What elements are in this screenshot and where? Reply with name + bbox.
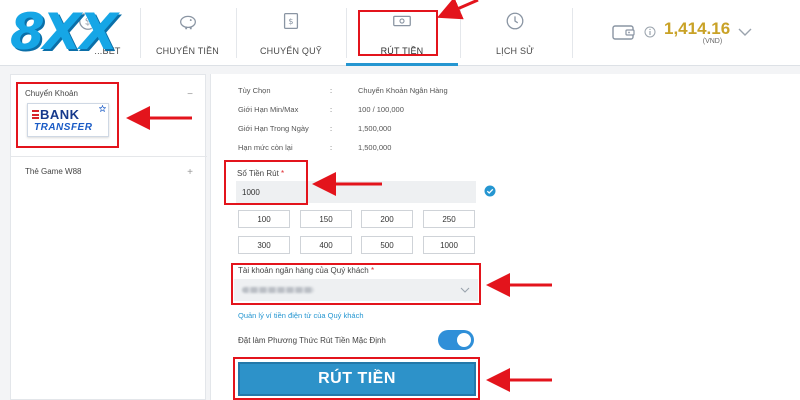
balance-currency: (VND) [702, 37, 723, 45]
active-tab-indicator [346, 63, 458, 66]
chevron-down-icon[interactable] [738, 27, 752, 37]
balance-amount-group: 1,414.16 (VND) [664, 18, 731, 45]
tab-chuyen-quy[interactable]: $ CHUYỂN QUỸ [240, 0, 342, 66]
collapse-icon[interactable]: − [187, 89, 193, 100]
masked-account-number [242, 287, 314, 293]
check-circle-icon [484, 185, 496, 197]
top-nav: $ ...BET CHUYỂN TIỀN $ CHUYỂN QUỸ RÚT TI… [0, 0, 800, 66]
quick-amount-300[interactable]: 300 [238, 236, 290, 254]
chevron-down-icon [460, 287, 470, 293]
method-label: Thẻ Game W88 [25, 167, 82, 176]
amount-input[interactable] [236, 181, 476, 203]
tab-separator [236, 8, 237, 58]
bank-transfer-card[interactable]: BANK TRANSFER [27, 103, 109, 137]
quick-amount-500[interactable]: 500 [361, 236, 413, 254]
method-label: Chuyển Khoản [25, 89, 78, 98]
payment-method-panel: Chuyển Khoản − BANK TRANSFER Thẻ Game W8… [10, 74, 207, 400]
balance-widget[interactable]: 1,414.16 (VND) [606, 12, 796, 52]
quick-amount-1000[interactable]: 1000 [423, 236, 475, 254]
wallet-icon [612, 25, 635, 40]
divider [11, 156, 207, 157]
brand-logo[interactable]: 8XX [4, 3, 172, 61]
withdraw-icon [393, 15, 411, 27]
default-method-toggle[interactable] [438, 330, 474, 350]
bank-account-label: Tài khoản ngân hàng của Quý khách * [238, 266, 375, 275]
info-icon[interactable] [644, 26, 656, 38]
quick-amount-400[interactable]: 400 [300, 236, 352, 254]
transfer-icon: $ [283, 13, 299, 29]
withdraw-form-panel [210, 74, 800, 400]
tab-rut-tien[interactable]: RÚT TIỀN [346, 0, 458, 66]
withdraw-submit-button[interactable]: RÚT TIỀN [238, 362, 476, 396]
clock-icon [506, 12, 524, 30]
ewallet-manage-link[interactable]: Quản lý ví tiền điện tử của Quý khách [238, 311, 364, 320]
expand-icon[interactable]: + [187, 167, 193, 178]
bank-logo-icon [32, 110, 39, 119]
amount-label: Số Tiền Rút * [237, 169, 285, 178]
default-method-label: Đặt làm Phương Thức Rút Tiền Mặc Định [238, 336, 386, 345]
quick-amount-100[interactable]: 100 [238, 210, 290, 228]
star-icon [99, 105, 106, 112]
tab-separator [572, 8, 573, 58]
tab-separator [460, 8, 461, 58]
quick-amount-250[interactable]: 250 [423, 210, 475, 228]
quick-amount-200[interactable]: 200 [361, 210, 413, 228]
bank-account-select[interactable] [234, 279, 478, 301]
piggy-bank-icon [179, 15, 196, 30]
svg-text:$: $ [288, 16, 293, 26]
toggle-knob [457, 333, 471, 347]
balance-amount: 1,414.16 [664, 18, 731, 38]
quick-amount-150[interactable]: 150 [300, 210, 352, 228]
tab-lich-su[interactable]: LỊCH SỬ [462, 0, 568, 66]
